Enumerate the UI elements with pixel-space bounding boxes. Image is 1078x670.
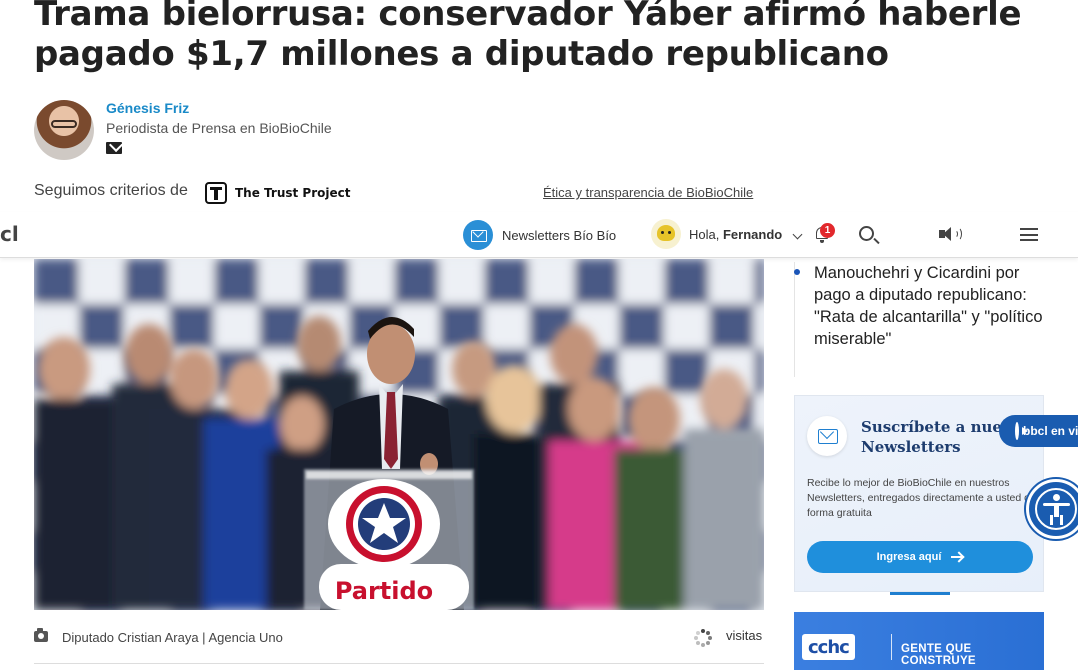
envelope-icon bbox=[463, 220, 493, 250]
top-navbar: cl Newsletters Bío Bío Hola, Fernando 1 bbox=[0, 212, 1078, 258]
sign-text: Partido bbox=[335, 577, 433, 605]
related-article-title[interactable]: Manouchehri y Cicardini por pago a diput… bbox=[814, 262, 1046, 350]
site-logo-fragment[interactable]: cl bbox=[0, 222, 19, 246]
hamburger-menu-icon[interactable] bbox=[1020, 228, 1038, 241]
photo-caption-row: Diputado Cristian Araya | Agencia Uno vi… bbox=[34, 628, 764, 652]
bbcl-live-button[interactable]: bbcl en vivo bbox=[999, 415, 1078, 447]
promo-description: Recibe lo mejor de BioBioChile en nuestr… bbox=[807, 477, 1036, 519]
user-name: Fernando bbox=[722, 226, 783, 242]
bbcl-live-label: bbcl en vivo bbox=[1023, 424, 1078, 438]
loading-spinner-icon bbox=[694, 629, 712, 647]
newsletters-label: Newsletters Bío Bío bbox=[502, 227, 617, 243]
arrow-right-icon bbox=[951, 556, 964, 558]
camera-icon bbox=[34, 628, 48, 642]
ethics-link[interactable]: Ética y transparencia de BioBioChile bbox=[543, 185, 753, 200]
divider bbox=[34, 663, 764, 664]
advertiser-logo: cchc bbox=[802, 634, 855, 660]
article-headline: Trama bielorrusa: conservador Yáber afir… bbox=[34, 0, 1022, 74]
related-article[interactable]: Manouchehri y Cicardini por pago a diput… bbox=[794, 262, 1044, 377]
author-avatar[interactable] bbox=[34, 100, 94, 160]
article-photo[interactable]: Partido bbox=[34, 259, 764, 610]
visits-label: visitas bbox=[726, 628, 763, 643]
search-icon[interactable] bbox=[859, 226, 874, 241]
press-conference-image: Partido bbox=[34, 259, 764, 610]
accessibility-button[interactable] bbox=[1026, 479, 1078, 539]
user-greeting: Hola, Fernando bbox=[689, 227, 782, 242]
trust-project-name: The Trust Project bbox=[235, 186, 351, 200]
chevron-down-icon[interactable] bbox=[792, 229, 803, 240]
author-name-link[interactable]: Génesis Friz bbox=[106, 100, 189, 116]
promo-signup-button[interactable]: Ingresa aquí bbox=[807, 541, 1033, 573]
user-avatar-dog-icon bbox=[651, 219, 681, 249]
trust-project-logo[interactable]: The Trust Project bbox=[205, 182, 351, 204]
play-icon bbox=[1015, 422, 1028, 440]
ad-separator bbox=[891, 634, 892, 660]
trust-prefix: Seguimos criterios de bbox=[34, 182, 188, 199]
photo-caption: Diputado Cristian Araya | Agencia Uno bbox=[62, 630, 283, 645]
user-menu[interactable]: Hola, Fernando bbox=[651, 219, 782, 249]
greeting-label: Hola, bbox=[689, 226, 720, 242]
trust-project-icon bbox=[205, 182, 227, 204]
ad-banner[interactable]: cchc GENTE QUE CONSTRUYE bbox=[794, 612, 1044, 670]
audio-speaker-icon[interactable] bbox=[939, 227, 963, 243]
carousel-indicator bbox=[890, 592, 950, 595]
envelope-icon[interactable] bbox=[106, 142, 122, 154]
newsletters-button[interactable]: Newsletters Bío Bío bbox=[463, 220, 616, 250]
notification-badge: 1 bbox=[820, 223, 835, 238]
bullet-dot bbox=[794, 269, 800, 275]
author-role: Periodista de Prensa en BioBioChile bbox=[106, 120, 332, 136]
ad-tagline: GENTE QUE CONSTRUYE bbox=[901, 643, 976, 667]
promo-button-label: Ingresa aquí bbox=[876, 551, 942, 563]
author-block: Génesis Friz Periodista de Prensa en Bio… bbox=[34, 100, 454, 162]
envelope-icon bbox=[807, 416, 847, 456]
